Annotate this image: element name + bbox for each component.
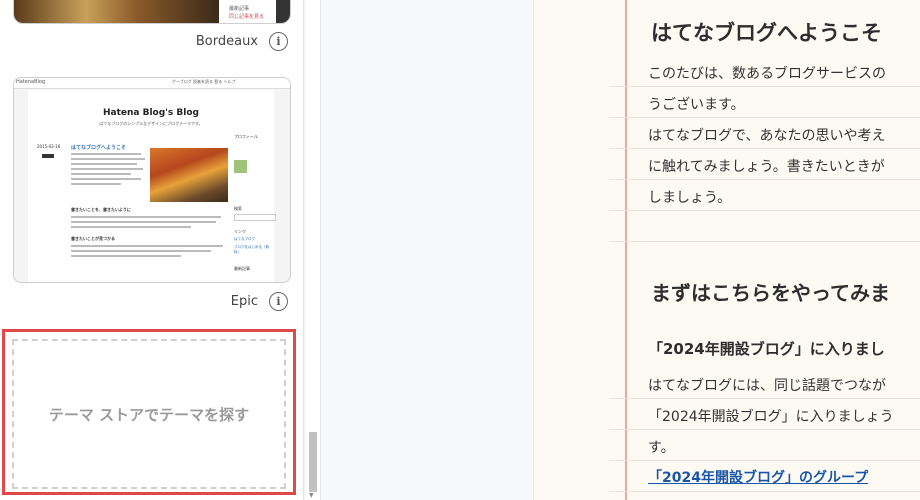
thumbnail-text-lines	[71, 153, 147, 188]
ruled-line	[609, 179, 920, 180]
preview-heading-3: 「2024年開設ブログ」に入りまし	[648, 340, 885, 358]
theme-thumbnail-epic[interactable]: HatenaBlog ゲーブログ 読者を読る 登る ヘルプ Hatena Blo…	[13, 77, 291, 283]
preview-heading-2: まずはこちらをやってみま	[651, 281, 890, 305]
ruled-line	[609, 241, 920, 242]
preview-text-line: しましょう。	[648, 190, 732, 206]
thumbnail-dark-bar	[276, 0, 290, 23]
scrollbar[interactable]: ▼	[306, 0, 321, 500]
thumbnail-nav-links: ゲーブログ 読者を読る 登る ヘルプ	[172, 79, 236, 84]
ruled-line	[609, 210, 920, 211]
thumbnail-side-search: 検索	[234, 206, 242, 211]
theme-store-label: テーマ ストアでテーマを探す	[48, 405, 250, 424]
theme-store-dashed-area: テーマ ストアでテーマを探す	[12, 339, 286, 489]
thumbnail-text-lines	[71, 245, 227, 260]
thumbnail-side-recent: 最新記事	[234, 266, 250, 271]
thumbnail-logo: HatenaBlog	[16, 79, 46, 85]
thumbnail-heading: 書きたいことを、書きたいように	[71, 207, 131, 212]
thumbnail-side-link: ブログをはじめる（無料）	[234, 245, 269, 254]
theme-label-epic: Epic	[230, 294, 258, 309]
margin-rule	[625, 0, 627, 500]
thumbnail-side-link: はてなブログ	[234, 237, 255, 241]
thumbnail-navbar: HatenaBlog ゲーブログ 読者を読る 登る ヘルプ	[14, 78, 290, 89]
ruled-line	[609, 86, 920, 87]
group-link[interactable]: 「2024年開設ブログ」のグループ	[648, 467, 868, 487]
ruled-line	[609, 460, 920, 461]
thumbnail-date-button	[42, 154, 54, 158]
thumbnail-search-box	[234, 214, 276, 221]
theme-label-bordeaux: Bordeaux	[195, 34, 258, 49]
thumbnail-side-profile: プロフィール	[234, 134, 258, 139]
thumbnail-post-title: はてなブログへようこそ	[71, 145, 127, 151]
thumbnail-photo	[14, 0, 219, 23]
scroll-down-icon[interactable]: ▼	[309, 492, 314, 499]
panel-gap	[321, 0, 533, 500]
ruled-line	[609, 491, 920, 492]
info-icon[interactable]: i	[269, 32, 288, 51]
thumbnail-blog-title: Hatena Blog's Blog	[102, 108, 199, 118]
thumbnail-heading: 書きたいことが見つかる	[71, 236, 115, 241]
thumbnail-date: 2015-03-16	[37, 144, 61, 149]
theme-thumbnail-bordeaux[interactable]: 最新記事 同じ記事を見る	[13, 0, 291, 24]
thumbnail-page: Hatena Blog's Blog はてなブログのシンプルなデザインにブログテ…	[28, 90, 276, 282]
thumbnail-text-lines	[71, 216, 227, 231]
theme-store-button[interactable]: テーマ ストアでテーマを探す	[2, 329, 296, 495]
thumbnail-side-links: リンク	[234, 229, 246, 234]
thumbnail-autumn-photo	[150, 148, 228, 202]
preview-text-line: はてなブログには、同じ話題でつなが	[648, 378, 886, 394]
thumbnail-side-text: 最新記事	[229, 6, 250, 12]
preview-text-line: このたびは、数あるブログサービスの	[648, 66, 886, 82]
theme-panel: 最新記事 同じ記事を見る Bordeaux i HatenaBlog ゲーブログ…	[0, 0, 304, 500]
scrollbar-thumb[interactable]	[309, 432, 317, 492]
ruled-line	[609, 148, 920, 149]
preview-text-line: に触れてみましょう。書きたいときが	[648, 159, 885, 175]
thumbnail-side-text: 同じ記事を見る	[229, 14, 265, 20]
preview-text-line: はてなブログで、あなたの思いや考え	[648, 128, 886, 144]
info-icon[interactable]: i	[269, 292, 288, 311]
preview-text-line: うございます。	[648, 97, 745, 113]
ruled-line	[609, 429, 920, 430]
blog-preview: はてなブログへようこそ このたびは、数あるブログサービスの うございます。 はて…	[534, 0, 920, 500]
preview-heading: はてなブログへようこそ	[651, 21, 882, 45]
preview-text-line: す。	[648, 440, 675, 456]
ruled-line	[609, 117, 920, 118]
thumbnail-blog-subtitle: はてなブログのシンプルなデザインにブログテーマです。	[99, 121, 203, 126]
thumbnail-avatar	[234, 160, 247, 173]
preview-text-line: 「2024年開設ブログ」に入りましょう	[648, 409, 894, 425]
ruled-line	[609, 398, 920, 399]
